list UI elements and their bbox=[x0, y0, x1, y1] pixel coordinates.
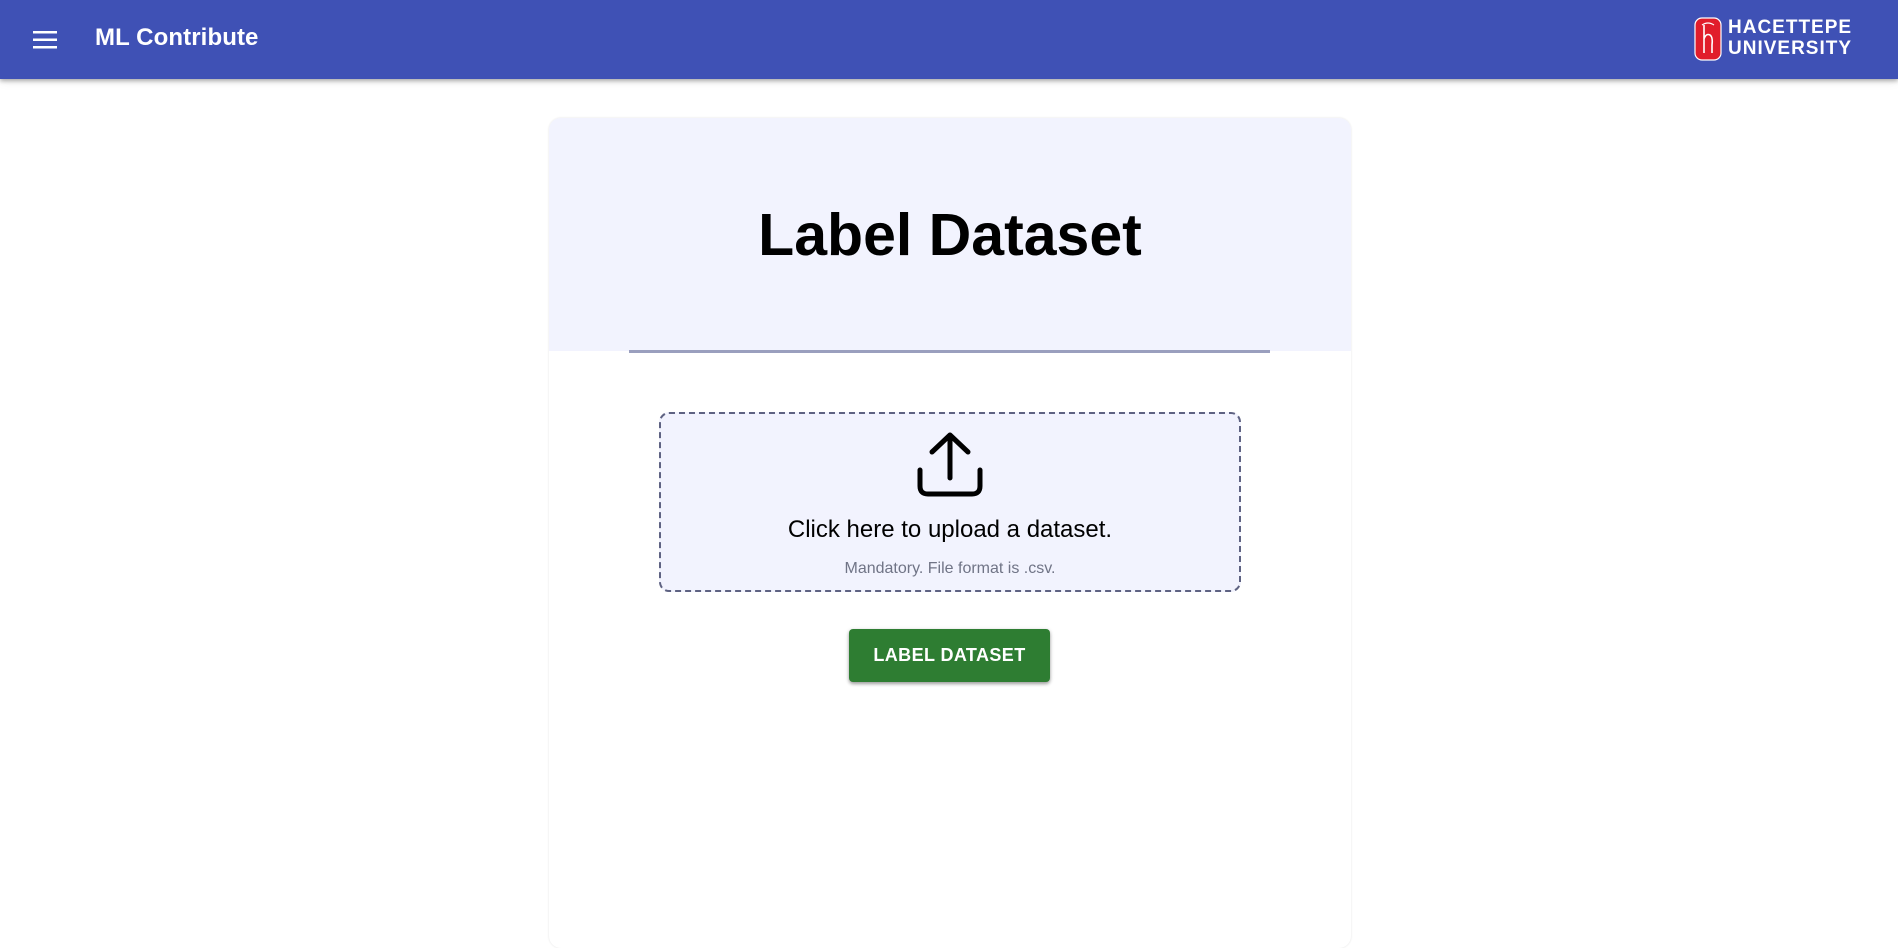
hamburger-menu-icon bbox=[33, 31, 57, 49]
upload-hint: Mandatory. File format is .csv. bbox=[844, 560, 1056, 577]
university-logo[interactable]: HACETTEPE UNIVERSITY bbox=[1694, 16, 1860, 62]
app-bar: ML Contribute HACETTEPE UNIVERSITY bbox=[0, 0, 1898, 79]
label-dataset-button[interactable]: LABEL DATASET bbox=[849, 629, 1050, 682]
menu-button[interactable] bbox=[22, 20, 68, 60]
logo-line-2: UNIVERSITY bbox=[1728, 38, 1853, 59]
upload-title: Click here to upload a dataset. bbox=[787, 516, 1113, 543]
card-header: Label Dataset bbox=[549, 118, 1351, 351]
header-divider bbox=[629, 350, 1270, 353]
dataset-upload-dropzone[interactable]: Click here to upload a dataset. Mandator… bbox=[659, 412, 1241, 592]
logo-line-1: HACETTEPE bbox=[1728, 17, 1853, 38]
label-dataset-card: Label Dataset Click here to upload a dat… bbox=[549, 118, 1351, 948]
app-title: ML Contribute bbox=[95, 24, 259, 51]
hacettepe-emblem-icon bbox=[1694, 17, 1722, 61]
university-logo-text: HACETTEPE UNIVERSITY bbox=[1728, 17, 1852, 59]
upload-icon bbox=[917, 432, 983, 497]
page-title: Label Dataset bbox=[758, 202, 1142, 268]
